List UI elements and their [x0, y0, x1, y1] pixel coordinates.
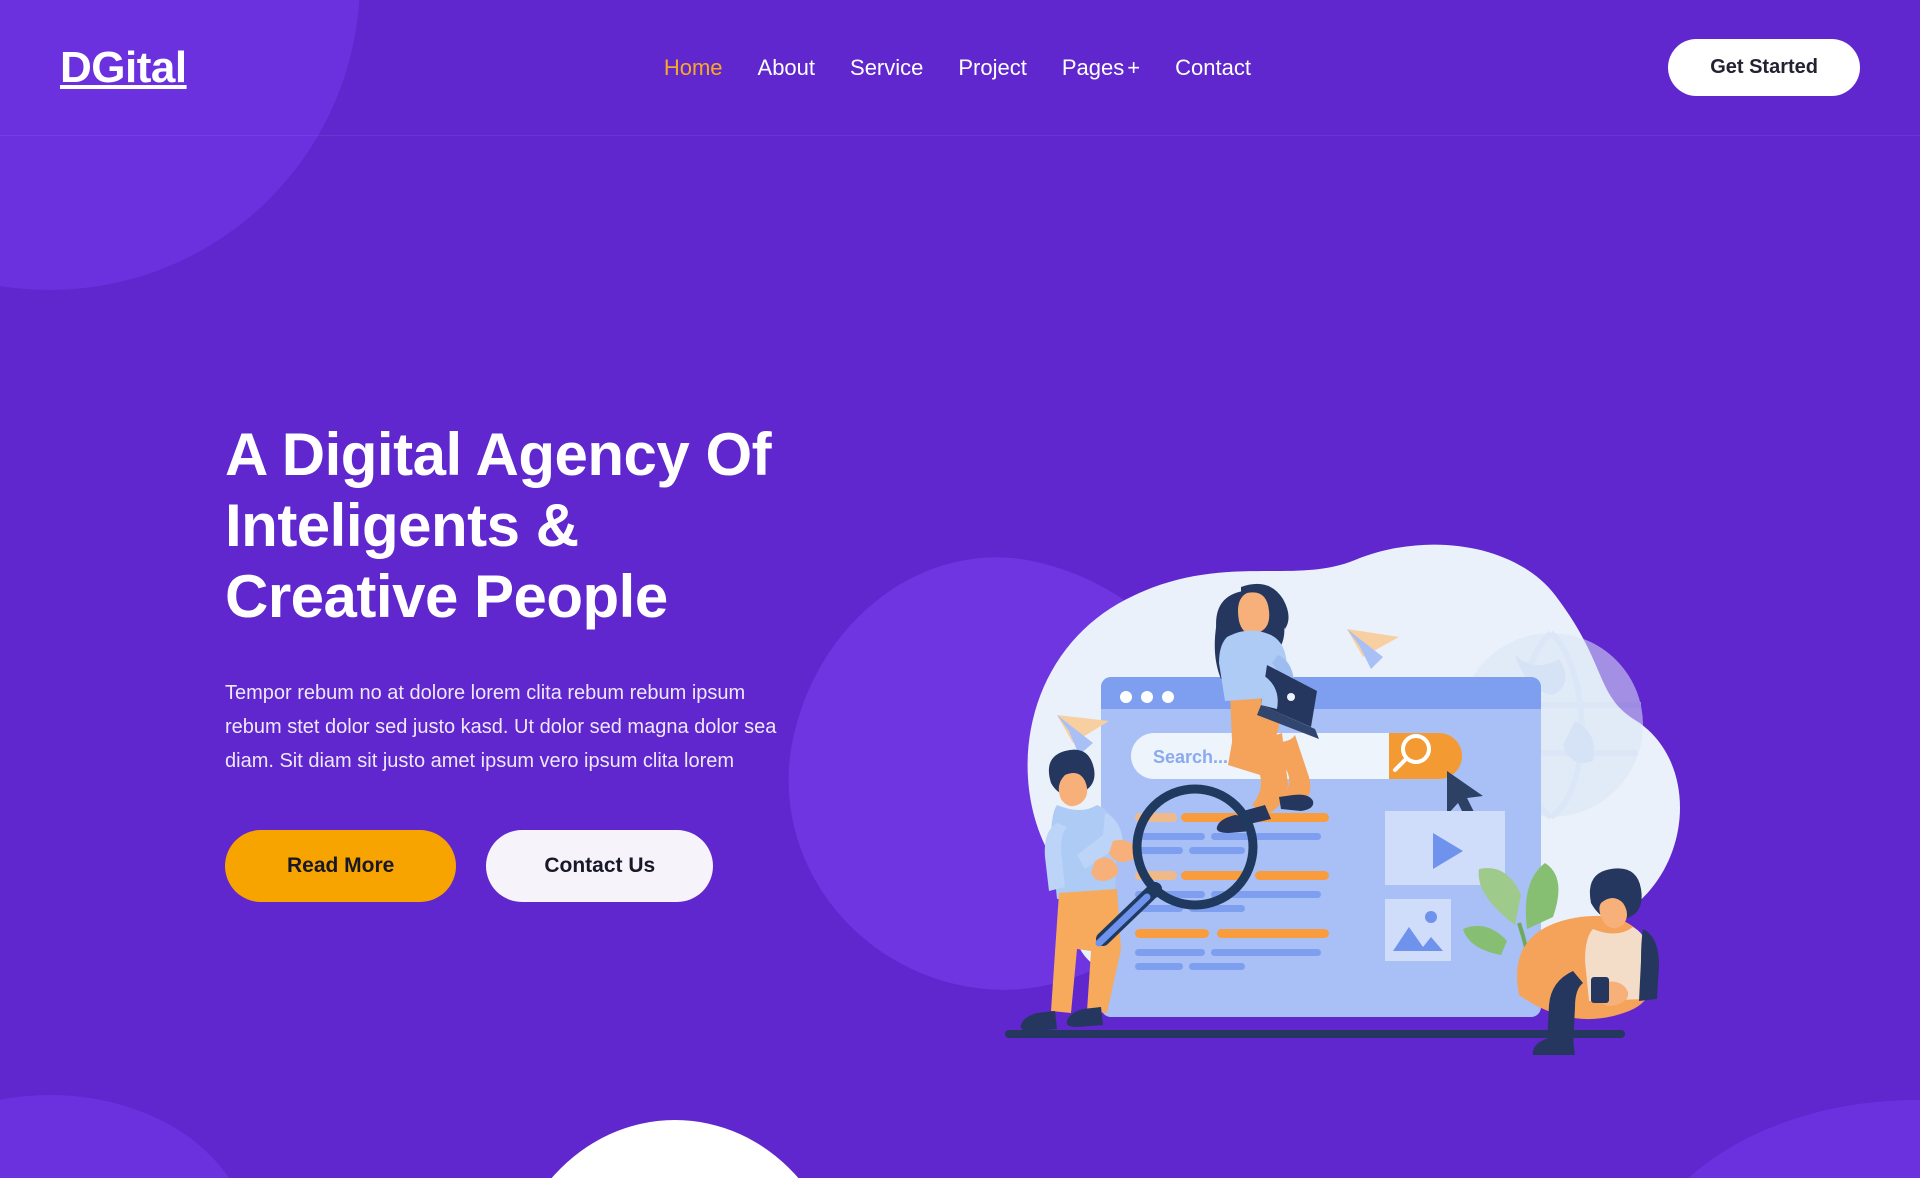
- nav-item-home-label: Home: [663, 54, 723, 80]
- nav-item-about-label: About: [757, 54, 816, 80]
- nav-item-contact-label: Contact: [1175, 54, 1251, 80]
- image-thumbnail: [1385, 899, 1451, 961]
- plus-icon: +: [1127, 54, 1141, 80]
- nav-item-about[interactable]: About: [758, 55, 816, 81]
- illustration-search-placeholder: Search....: [1153, 747, 1233, 767]
- get-started-button[interactable]: Get Started: [1668, 39, 1860, 96]
- browser-dot-1: [1120, 691, 1132, 703]
- hero-button-group: Read More Contact Us: [225, 830, 800, 903]
- nav-item-project-label: Project: [958, 54, 1027, 80]
- browser-dot-3: [1162, 691, 1174, 703]
- nav-item-service-label: Service: [850, 54, 924, 80]
- navbar: DGital Home About Service Project Pages +…: [0, 0, 1920, 135]
- browser-dot-2: [1141, 691, 1153, 703]
- ground-line: [1005, 1030, 1625, 1038]
- nav-item-contact[interactable]: Contact: [1175, 55, 1251, 81]
- hero-text-block: A Digital Agency Of Inteligents & Creati…: [60, 135, 800, 903]
- nav-item-service[interactable]: Service: [850, 55, 923, 81]
- search-engine-illustration: Search....: [995, 525, 1705, 1055]
- contact-us-button[interactable]: Contact Us: [486, 830, 714, 903]
- hero-description: Tempor rebum no at dolore lorem clita re…: [225, 682, 777, 773]
- hero-section: A Digital Agency Of Inteligents & Creati…: [0, 135, 1920, 1178]
- hero-title: A Digital Agency Of Inteligents & Creati…: [225, 421, 772, 630]
- nav-item-pages-label: Pages: [1061, 54, 1125, 80]
- brand-logo[interactable]: DGital: [60, 45, 187, 90]
- sun-icon: [1425, 911, 1437, 923]
- nav-item-project[interactable]: Project: [958, 55, 1026, 81]
- nav-item-home[interactable]: Home: [664, 55, 723, 81]
- phone-icon: [1591, 977, 1609, 1003]
- read-more-button[interactable]: Read More: [225, 830, 457, 903]
- main-navigation: Home About Service Project Pages + Contac…: [604, 55, 1251, 81]
- nav-item-pages[interactable]: Pages +: [1062, 55, 1140, 81]
